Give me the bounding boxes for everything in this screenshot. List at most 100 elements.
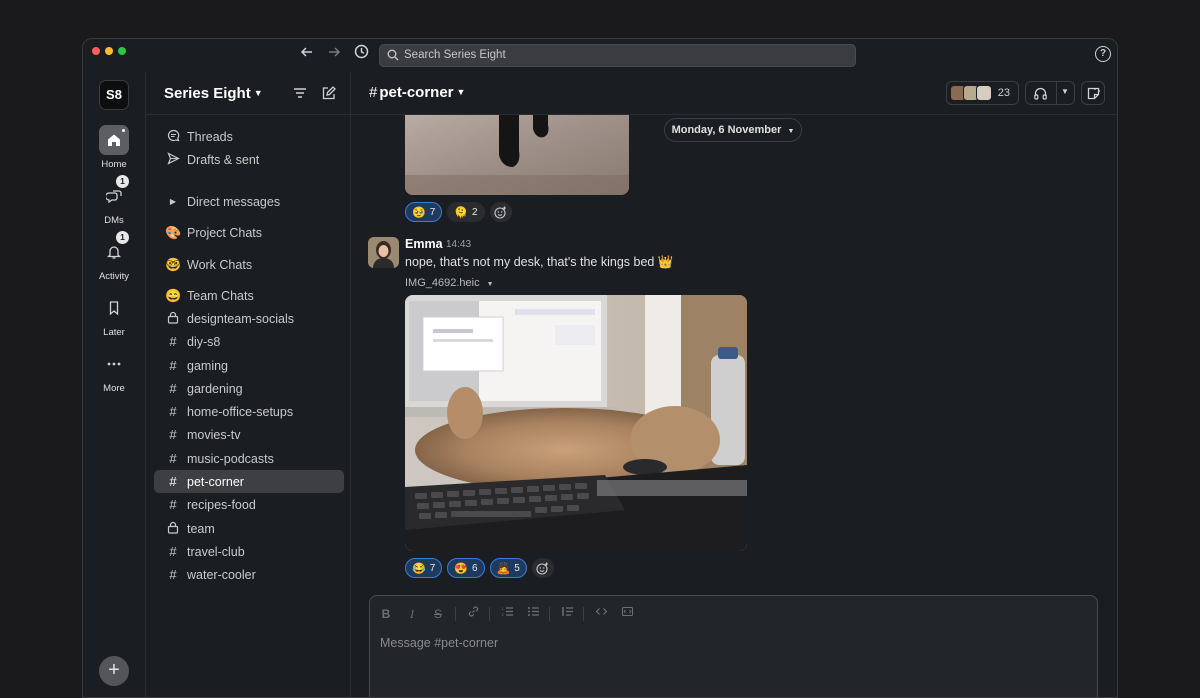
message-input[interactable]: Message #pet-corner: [380, 636, 498, 650]
dms-badge: 1: [116, 175, 129, 188]
workspace-name: Series Eight: [164, 85, 251, 102]
cat-paws-photo[interactable]: [405, 115, 629, 195]
code-block-icon[interactable]: [618, 605, 636, 623]
threads-icon: [165, 129, 181, 145]
app-window: Search Series Eight ? S8 Home 1 DMs 1 Ac…: [82, 38, 1118, 698]
reaction-emoji: 😂: [412, 562, 426, 575]
history-clock-icon[interactable]: [350, 44, 372, 66]
reaction-pill[interactable]: 🫠 2: [447, 202, 485, 222]
help-icon[interactable]: ?: [1095, 46, 1111, 62]
forward-arrow-icon[interactable]: [323, 44, 345, 66]
rail-activity[interactable]: 1 Activity: [83, 231, 145, 282]
reaction-pill[interactable]: 🥹 7: [405, 202, 443, 222]
chevron-down-icon[interactable]: ▼: [1061, 87, 1069, 96]
sidebar-item-direct-messages[interactable]: ▶ Direct messages: [154, 190, 344, 213]
sidebar-item-gaming[interactable]: # gaming: [154, 354, 344, 377]
canvas-button[interactable]: [1081, 81, 1105, 105]
channel-main: # pet-corner ▼ 23 ▼ Monday, 6 November ▼…: [351, 72, 1117, 697]
ordered-list-icon[interactable]: 12: [498, 605, 516, 623]
bullet-list-icon[interactable]: [524, 605, 542, 623]
rail-activity-label: Activity: [98, 271, 130, 282]
reaction-emoji: 🙇: [496, 562, 511, 575]
svg-text:1: 1: [501, 606, 504, 611]
minimize-window-button[interactable]: [105, 47, 113, 55]
link-icon[interactable]: [464, 605, 482, 623]
reaction-pill[interactable]: 😍 6: [447, 558, 485, 578]
sidebar-item-movies-tv[interactable]: # movies-tv: [154, 423, 344, 446]
italic-button[interactable]: I: [403, 605, 421, 623]
rail-more-label: More: [103, 383, 125, 394]
sidebar-item-label: home-office-setups: [187, 404, 294, 419]
avatar[interactable]: [368, 237, 399, 268]
rail-dms[interactable]: 1 DMs: [83, 175, 145, 226]
cat-on-desk-photo[interactable]: [405, 295, 747, 551]
file-name-label: IMG_4692.heic: [405, 277, 480, 289]
sidebar-item-label: Threads: [187, 129, 233, 144]
maximize-window-button[interactable]: [118, 47, 126, 55]
filter-icon[interactable]: [292, 85, 308, 101]
title-bar: Search Series Eight ?: [83, 39, 1117, 72]
sidebar-item-music-podcasts[interactable]: # music-podcasts: [154, 447, 344, 470]
sidebar-item-label: Team Chats: [187, 288, 254, 303]
nerd-emoji-icon: 🤓: [165, 256, 182, 272]
sidebar-item-drafts[interactable]: Drafts & sent: [154, 148, 344, 171]
sidebar-item-gardening[interactable]: # gardening: [154, 377, 344, 400]
reaction-pill[interactable]: 🙇 5: [489, 558, 527, 578]
add-emoji-icon: [494, 206, 507, 219]
member-avatar: [976, 85, 992, 101]
sidebar-item-team[interactable]: team: [154, 517, 344, 540]
channel-name-button[interactable]: # pet-corner ▼: [369, 84, 465, 101]
search-bar[interactable]: Search Series Eight: [379, 44, 856, 67]
rail-later[interactable]: Later: [83, 293, 145, 338]
message-timestamp[interactable]: 14:43: [446, 239, 471, 250]
sidebar-item-work-chats[interactable]: 🤓 Work Chats: [154, 253, 344, 276]
hash-icon: #: [169, 497, 177, 512]
chevron-down-icon: ▼: [456, 87, 466, 97]
rail-home-label: Home: [101, 159, 127, 170]
sidebar-item-designteam-socials[interactable]: designteam-socials: [154, 307, 344, 330]
sidebar-item-recipes-food[interactable]: # recipes-food: [154, 493, 344, 516]
huddle-button[interactable]: ▼: [1025, 81, 1075, 105]
date-divider-button[interactable]: Monday, 6 November ▼: [664, 118, 802, 142]
channel-name: pet-corner: [379, 84, 454, 101]
rail-home[interactable]: Home: [83, 125, 145, 170]
sidebar-item-water-cooler[interactable]: # water-cooler: [154, 563, 344, 586]
channel-header: # pet-corner ▼ 23 ▼: [351, 72, 1117, 115]
hash-icon: #: [169, 358, 177, 373]
hash-icon: #: [169, 451, 177, 466]
add-workspace-button[interactable]: +: [99, 656, 129, 686]
sidebar-item-travel-club[interactable]: # travel-club: [154, 540, 344, 563]
workspace-name-button[interactable]: Series Eight ▼: [164, 85, 263, 102]
code-icon[interactable]: [592, 605, 610, 623]
sidebar-item-project-chats[interactable]: 🎨 Project Chats: [154, 221, 344, 244]
file-name-toggle[interactable]: IMG_4692.heic ▼: [405, 277, 494, 289]
sidebar-item-pet-corner[interactable]: # pet-corner: [154, 470, 344, 493]
palette-emoji-icon: 🎨: [165, 224, 182, 240]
workspace-switcher[interactable]: S8: [99, 80, 129, 110]
sidebar-item-label: pet-corner: [187, 474, 244, 489]
strikethrough-button[interactable]: S: [429, 605, 447, 623]
message-composer[interactable]: B I S 12 Message #pet-corner: [369, 595, 1098, 697]
quote-icon[interactable]: [558, 605, 576, 623]
reaction-count: 7: [429, 206, 436, 218]
back-arrow-icon[interactable]: [296, 44, 318, 66]
dms-icon: 1: [99, 175, 129, 211]
svg-text:2: 2: [501, 612, 504, 617]
compose-icon[interactable]: [321, 85, 337, 101]
grin-emoji-icon: 😄: [165, 287, 182, 303]
bold-button[interactable]: B: [377, 605, 395, 623]
rail-more[interactable]: More: [83, 349, 145, 394]
close-window-button[interactable]: [92, 47, 100, 55]
sidebar-item-team-chats[interactable]: 😄 Team Chats: [154, 284, 344, 307]
workspace-rail: S8 Home 1 DMs 1 Activity Later More +: [83, 72, 145, 697]
members-button[interactable]: 23: [946, 81, 1019, 105]
add-reaction-button[interactable]: [531, 558, 554, 578]
sidebar-item-diy-s8[interactable]: # diy-s8: [154, 330, 344, 353]
message-author[interactable]: Emma: [405, 237, 443, 251]
add-reaction-button[interactable]: [489, 202, 512, 222]
hash-icon: #: [169, 567, 177, 582]
sidebar-item-home-office-setups[interactable]: # home-office-setups: [154, 400, 344, 423]
sidebar-item-threads[interactable]: Threads: [154, 125, 344, 148]
hash-icon: #: [169, 404, 177, 419]
reaction-pill[interactable]: 😂 7: [405, 558, 443, 578]
